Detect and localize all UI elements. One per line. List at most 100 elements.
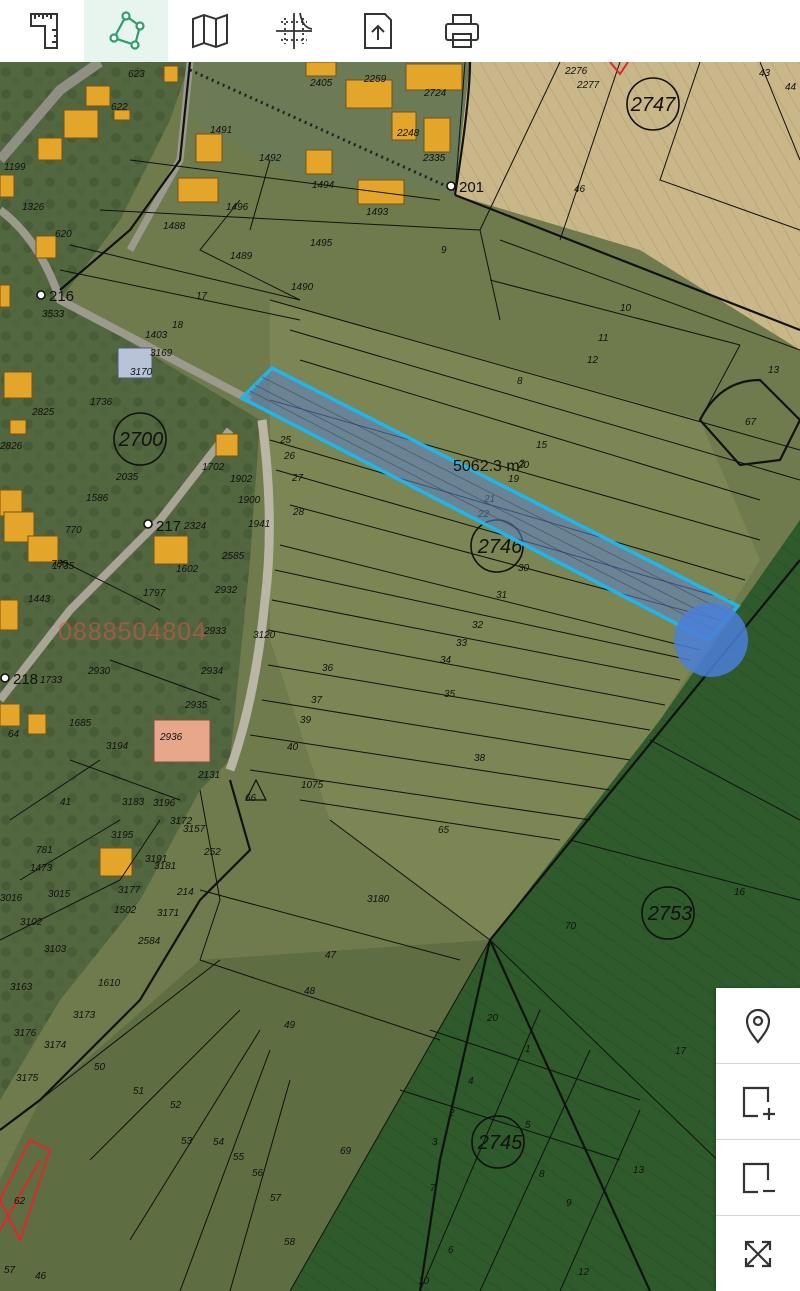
svg-text:9: 9 [441,245,447,256]
grid-tool-button[interactable] [252,0,336,62]
upload-tool-button[interactable] [336,0,420,62]
svg-text:62: 62 [14,1196,26,1207]
svg-text:1494: 1494 [312,180,335,191]
svg-text:1495: 1495 [310,238,333,249]
svg-text:1491: 1491 [210,125,232,136]
svg-text:40: 40 [287,742,299,753]
svg-text:36: 36 [322,663,334,674]
locate-button[interactable] [716,988,800,1064]
svg-text:1443: 1443 [28,594,51,605]
svg-text:30: 30 [518,563,530,574]
svg-text:623: 623 [128,69,145,80]
svg-text:2753: 2753 [647,903,693,925]
drag-vertex-handle[interactable] [674,603,748,677]
svg-text:2405: 2405 [309,78,333,89]
svg-text:12: 12 [587,355,599,366]
svg-text:64: 64 [8,729,20,740]
svg-text:1902: 1902 [230,474,253,485]
print-tool-button[interactable] [420,0,504,62]
svg-text:2747: 2747 [630,94,676,116]
svg-text:3181: 3181 [154,861,176,872]
svg-text:2700: 2700 [118,429,164,451]
svg-text:1736: 1736 [90,397,113,408]
svg-text:620: 620 [55,229,72,240]
svg-text:10: 10 [620,303,632,314]
svg-text:8: 8 [517,376,523,387]
svg-text:3175: 3175 [16,1073,39,1084]
svg-text:1493: 1493 [366,207,389,218]
svg-text:26: 26 [283,451,296,462]
svg-text:18: 18 [172,320,184,331]
svg-text:9: 9 [566,1198,572,1209]
svg-text:3174: 3174 [44,1040,67,1051]
svg-text:1489: 1489 [230,251,253,262]
svg-text:1473: 1473 [30,863,53,874]
svg-text:3171: 3171 [157,908,179,919]
svg-text:38: 38 [474,753,486,764]
svg-text:58: 58 [284,1237,296,1248]
svg-text:46: 46 [574,184,586,195]
svg-text:2936: 2936 [159,732,183,743]
svg-text:1941: 1941 [248,519,270,530]
svg-text:7: 7 [430,1183,436,1194]
svg-text:11: 11 [598,333,608,344]
svg-text:31: 31 [496,590,507,601]
add-area-button[interactable] [716,1064,800,1140]
svg-text:252: 252 [203,847,221,858]
svg-text:13: 13 [633,1165,645,1176]
coordinate-grid-icon [276,12,313,49]
svg-text:1797: 1797 [143,588,166,599]
svg-text:2277: 2277 [576,80,600,91]
svg-text:214: 214 [176,887,194,898]
svg-text:3194: 3194 [106,741,129,752]
svg-text:70: 70 [565,921,577,932]
svg-text:66: 66 [245,793,257,804]
svg-text:35: 35 [444,689,456,700]
printer-icon [445,14,479,48]
svg-text:1602: 1602 [176,564,199,575]
svg-text:53: 53 [181,1136,193,1147]
location-pin-icon [745,1008,771,1044]
polygon-tool-button[interactable] [84,0,168,62]
svg-text:3103: 3103 [44,944,67,955]
svg-text:6: 6 [448,1245,454,1256]
svg-text:2259: 2259 [363,74,387,85]
svg-text:3: 3 [432,1137,438,1148]
svg-text:15: 15 [536,440,548,451]
area-measurement-label: 5062.3 m² [453,458,526,475]
svg-text:3173: 3173 [73,1010,96,1021]
watermark-text: 0888504804 [58,618,207,646]
polygon-nodes-icon [109,11,145,50]
svg-text:217: 217 [156,518,181,535]
svg-text:47: 47 [325,950,337,961]
svg-text:2825: 2825 [31,407,55,418]
svg-text:3196: 3196 [153,798,176,809]
svg-text:2035: 2035 [115,472,139,483]
svg-text:2932: 2932 [214,585,238,596]
map-tool-button[interactable] [168,0,252,62]
svg-text:57: 57 [4,1265,16,1276]
measure-tool-button[interactable] [0,0,84,62]
fullscreen-button[interactable] [716,1216,800,1291]
svg-text:1496: 1496 [226,202,249,213]
svg-text:1586: 1586 [86,493,109,504]
svg-text:201: 201 [459,179,484,196]
svg-text:218: 218 [13,671,38,688]
svg-text:4: 4 [468,1076,474,1087]
svg-text:3015: 3015 [48,889,71,900]
svg-text:54: 54 [213,1137,225,1148]
map-canvas[interactable]: 0888504804 623 2405 2259 2724 2276 2277 … [0,62,800,1291]
svg-text:780: 780 [51,559,68,570]
svg-text:43: 43 [759,68,771,79]
cadastral-map[interactable]: 0888504804 623 2405 2259 2724 2276 2277 … [0,62,800,1291]
svg-text:1199: 1199 [4,162,26,173]
svg-text:1610: 1610 [98,978,121,989]
svg-text:1502: 1502 [114,905,137,916]
expand-arrows-icon [744,1240,772,1267]
svg-text:56: 56 [252,1168,264,1179]
svg-text:44: 44 [785,82,797,93]
svg-text:3195: 3195 [111,830,134,841]
remove-area-button[interactable] [716,1140,800,1216]
svg-text:34: 34 [440,655,452,666]
svg-text:39: 39 [300,715,312,726]
